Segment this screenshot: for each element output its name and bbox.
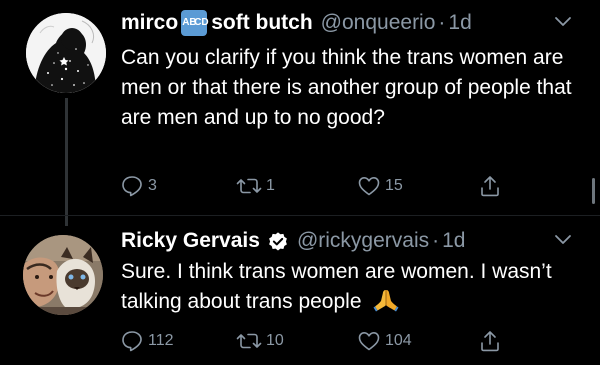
share-button[interactable] [478,328,502,354]
emoji-text-bottom: CD [194,17,209,28]
user-handle[interactable]: @onqueerio [321,11,436,35]
share-button[interactable] [478,173,502,199]
retweet-icon [236,178,262,194]
timestamp[interactable]: 1d [442,229,465,253]
reply-count: 112 [148,332,174,349]
timestamp[interactable]: 1d [448,11,471,35]
like-count: 104 [385,332,412,349]
avatar[interactable] [23,235,103,315]
display-name[interactable]: Ricky Gervais [121,229,260,253]
user-handle[interactable]: @rickygervais [297,229,429,253]
retweet-count: 10 [266,332,284,349]
retweet-button[interactable]: 1 [236,173,275,199]
tweet-text-content: Sure. I think trans women are women. I w… [121,260,552,313]
share-icon [481,176,499,197]
separator-dot: · [438,11,446,34]
tweet-actions: 112 10 104 [120,328,510,354]
reply-button[interactable]: 3 [120,173,157,199]
reply-button[interactable]: 112 [120,328,174,354]
like-count: 15 [385,177,403,194]
separator-dot: · [432,229,440,252]
share-icon [481,331,499,352]
reply-count: 3 [148,177,157,194]
tweet-actions: 3 1 15 [120,173,510,199]
tweet[interactable]: Ricky Gervais @rickygervais · 1d Sure. I… [0,216,600,365]
tweet[interactable]: mirco AB CD soft butch @onqueerio · 1d C… [0,0,600,216]
display-name[interactable]: mirco [121,11,178,35]
retweet-button[interactable]: 10 [236,328,284,354]
folded-hands-emoji-icon [373,290,399,312]
tweet-text: Can you clarify if you think the trans w… [121,46,572,129]
avatar[interactable] [26,13,106,93]
display-name-suffix[interactable]: soft butch [211,11,312,35]
reply-icon [122,176,142,197]
like-button[interactable]: 104 [357,328,412,354]
tweet-header: Ricky Gervais @rickygervais · 1d [121,227,465,255]
retweet-count: 1 [266,177,275,194]
reply-icon [122,331,142,352]
like-button[interactable]: 15 [357,173,403,199]
tweet-text: Sure. I think trans women are women. I w… [121,257,581,317]
like-icon [358,332,380,351]
tweet-header: mirco AB CD soft butch @onqueerio · 1d [121,9,472,37]
verified-badge-icon [269,232,287,251]
chevron-down-icon[interactable] [554,234,572,246]
like-icon [358,177,380,196]
retweet-icon [236,333,262,349]
emoji-text-top: AB [182,17,197,28]
abcd-emoji-icon: AB CD [181,10,209,36]
chevron-down-icon[interactable] [554,16,572,28]
